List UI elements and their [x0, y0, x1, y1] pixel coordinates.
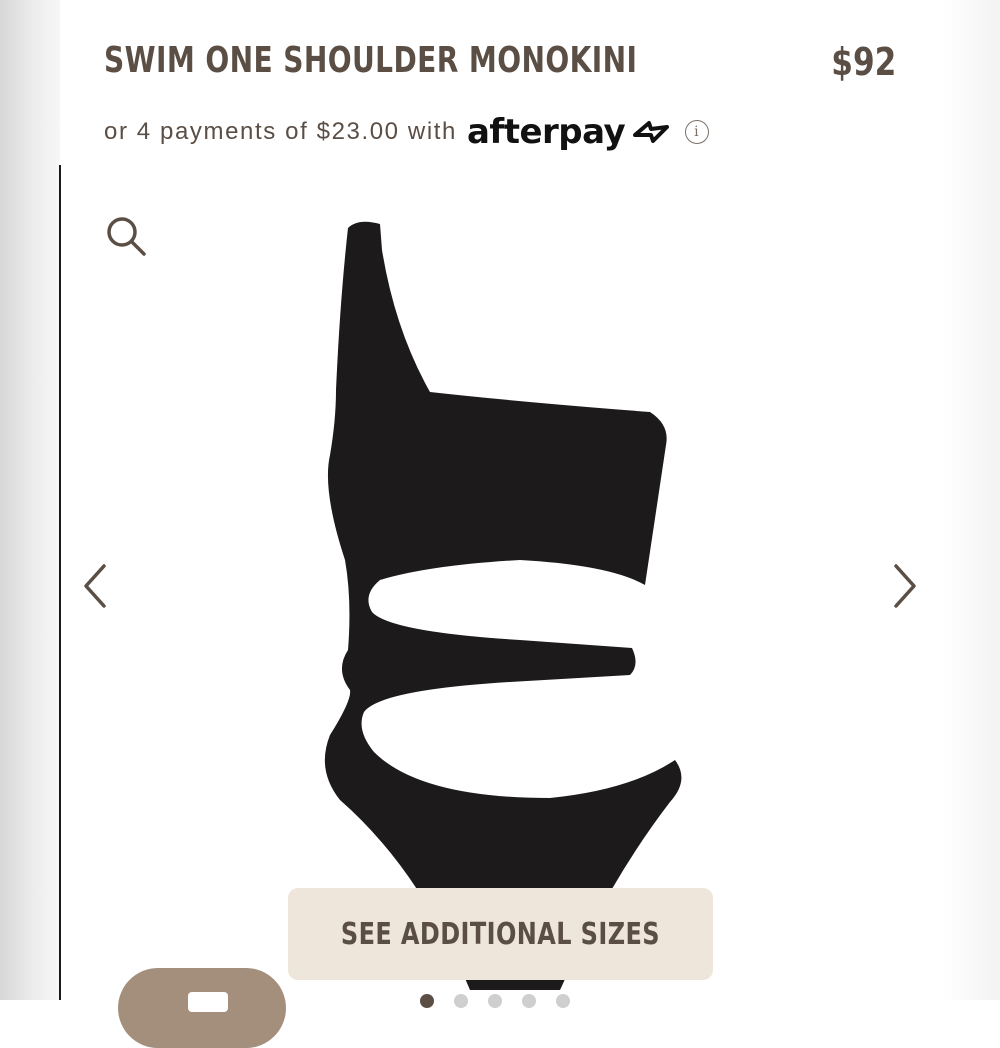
gallery-dot[interactable]: [420, 994, 434, 1008]
afterpay-row: or 4 payments of $23.00 with afterpay i: [104, 112, 710, 152]
chevron-right-icon[interactable]: [890, 562, 920, 610]
afterpay-arrows-icon: [633, 121, 670, 143]
see-additional-sizes-label: SEE ADDITIONAL SIZES: [340, 916, 661, 952]
gallery-dots: [420, 994, 570, 1008]
gallery-dot[interactable]: [454, 994, 468, 1008]
see-additional-sizes-button[interactable]: SEE ADDITIONAL SIZES: [288, 888, 713, 980]
page-edge-right: [942, 0, 1000, 1000]
product-image[interactable]: [300, 215, 700, 1000]
info-icon[interactable]: i: [685, 120, 710, 144]
product-price: $92: [830, 40, 896, 84]
gallery-dot[interactable]: [556, 994, 570, 1008]
gallery-border: [59, 165, 61, 1000]
page-edge-left: [0, 0, 60, 1000]
chat-icon: [188, 992, 228, 1012]
afterpay-logo-text: afterpay: [466, 112, 626, 152]
gallery-dot[interactable]: [522, 994, 536, 1008]
gallery-dot[interactable]: [488, 994, 502, 1008]
afterpay-text: or 4 payments of $23.00 with: [104, 118, 457, 145]
chat-button[interactable]: [118, 968, 286, 1048]
chevron-left-icon[interactable]: [80, 562, 110, 610]
afterpay-logo[interactable]: afterpay: [467, 112, 673, 152]
search-icon[interactable]: [104, 214, 148, 258]
product-title: SWIM ONE SHOULDER MONOKINI: [104, 40, 638, 81]
